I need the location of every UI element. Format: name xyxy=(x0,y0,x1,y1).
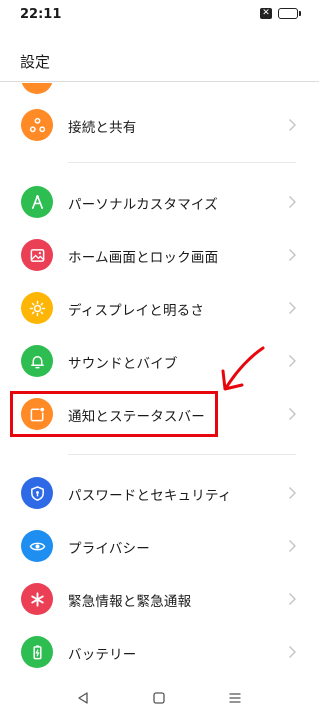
settings-item-label: 接続と共有 xyxy=(68,120,137,136)
back-icon[interactable] xyxy=(73,688,93,708)
brush-icon xyxy=(21,186,53,218)
settings-item-emergency[interactable]: 緊急情報と緊急通報 xyxy=(0,573,319,626)
settings-item-label: ホーム画面とロック画面 xyxy=(68,250,219,266)
settings-item-personal-customize[interactable]: パーソナルカスタマイズ xyxy=(0,176,319,229)
settings-item-label: パーソナルカスタマイズ xyxy=(68,197,218,213)
chevron-right-icon xyxy=(288,406,297,420)
settings-item-label: ディスプレイと明るさ xyxy=(68,303,205,319)
shield-icon xyxy=(21,477,53,509)
settings-item-display-brightness[interactable]: ディスプレイと明るさ xyxy=(0,282,319,335)
settings-item-battery[interactable]: バッテリー xyxy=(0,626,319,679)
chevron-right-icon xyxy=(288,538,297,552)
chevron-right-icon xyxy=(288,247,297,261)
settings-item-label: パスワードとセキュリティ xyxy=(68,488,232,504)
home-icon[interactable] xyxy=(149,688,169,708)
header: 設定 xyxy=(0,30,319,82)
chevron-right-icon xyxy=(288,591,297,605)
status-time: 22:11 xyxy=(20,7,62,22)
picture-icon xyxy=(21,239,53,271)
settings-item-label: プライバシー xyxy=(68,541,150,557)
page-title: 設定 xyxy=(20,53,51,71)
chevron-right-icon xyxy=(288,644,297,658)
menu-icon[interactable] xyxy=(225,688,245,708)
settings-item-label: サウンドとバイブ xyxy=(68,356,178,372)
share-icon xyxy=(21,109,53,141)
battery-icon xyxy=(21,636,53,668)
asterisk-icon xyxy=(21,583,53,615)
chevron-right-icon xyxy=(288,353,297,367)
privacy-eye-icon xyxy=(21,530,53,562)
settings-item-password-security[interactable]: パスワードとセキュリティ xyxy=(0,467,319,520)
sun-icon xyxy=(21,292,53,324)
battery-status-icon xyxy=(278,8,298,19)
chevron-right-icon xyxy=(288,485,297,499)
settings-item-privacy[interactable]: プライバシー xyxy=(0,520,319,573)
partial-item-icon xyxy=(21,83,53,94)
navigation-bar xyxy=(0,683,319,716)
bell-icon xyxy=(21,345,53,377)
status-bar: 22:11 ✕ xyxy=(0,0,319,30)
divider xyxy=(68,454,296,455)
highlight-box xyxy=(10,391,218,437)
notification-x-icon: ✕ xyxy=(260,8,272,19)
chevron-right-icon xyxy=(288,117,297,131)
settings-item-connection-sharing[interactable]: 接続と共有 xyxy=(0,99,319,152)
settings-item-label: 緊急情報と緊急通報 xyxy=(68,594,192,610)
arrow-annotation-icon xyxy=(215,340,275,400)
settings-item-label: バッテリー xyxy=(68,647,137,663)
divider xyxy=(68,162,296,163)
chevron-right-icon xyxy=(288,300,297,314)
settings-item-home-lock-screen[interactable]: ホーム画面とロック画面 xyxy=(0,229,319,282)
chevron-right-icon xyxy=(288,194,297,208)
